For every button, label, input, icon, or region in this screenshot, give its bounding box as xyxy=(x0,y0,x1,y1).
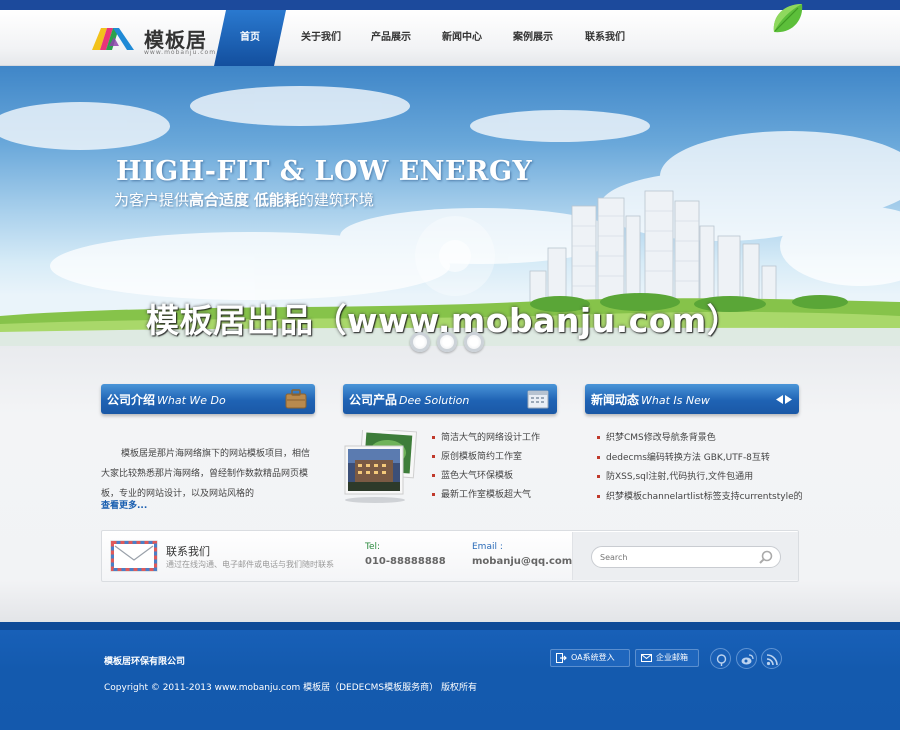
list-item[interactable]: 织梦模板channelartlist标签支持currentstyle的 xyxy=(597,491,803,511)
site-logo[interactable]: 模板居 www.mobanju.com xyxy=(92,24,215,60)
rss-icon xyxy=(766,654,778,666)
nav-about[interactable]: 关于我们 xyxy=(296,10,346,66)
nav-home[interactable]: 首页 xyxy=(236,10,264,66)
nav-contact[interactable]: 联系我们 xyxy=(580,10,630,66)
list-item[interactable]: dedecms编码转换方法 GBK,UTF-8互转 xyxy=(597,452,803,472)
oa-login-label: OA系统登入 xyxy=(571,653,615,662)
hero-banner: HIGH-FIT & LOW ENERGY 为客户提供高合适度 低能耗的建筑环境… xyxy=(0,66,900,346)
briefcase-icon xyxy=(285,389,307,409)
prev-arrow-icon[interactable] xyxy=(776,395,783,404)
footer-company: 模板居环保有限公司 xyxy=(104,657,186,667)
list-item[interactable]: 织梦CMS修改导航条背景色 xyxy=(597,432,803,452)
slider-dot[interactable] xyxy=(410,332,430,352)
banner-subtitle-highlight: 高合适度 xyxy=(189,191,250,209)
social-rss[interactable] xyxy=(761,648,782,669)
list-item[interactable]: 蓝色大气环保模板 xyxy=(432,470,540,489)
product-photo[interactable] xyxy=(343,430,417,504)
banner-subtitle-part: 的建筑环境 xyxy=(298,191,374,209)
product-list: 简洁大气的网络设计工作 原创模板简约工作室 蓝色大气环保模板 最新工作室模板超大… xyxy=(432,432,540,508)
about-title-cn: 公司介绍 xyxy=(107,393,156,407)
weibo-icon xyxy=(741,654,754,665)
nav-cases[interactable]: 案例展示 xyxy=(508,10,558,66)
banner-subtitle-highlight: 低能耗 xyxy=(253,191,299,209)
logo-url: www.mobanju.com xyxy=(144,49,217,56)
slider-dot[interactable] xyxy=(464,332,484,352)
search-input[interactable] xyxy=(591,546,781,568)
mail-icon xyxy=(641,654,652,662)
social-qq[interactable] xyxy=(710,648,731,669)
list-item[interactable]: 防XSS,sql注射,代码执行,文件包通用 xyxy=(597,471,803,491)
logo-mark-icon xyxy=(92,28,134,50)
nav-news[interactable]: 新闻中心 xyxy=(437,10,487,66)
news-title-cn: 新闻动态 xyxy=(591,393,640,407)
footer-copyright: Copyright © 2011-2013 www.mobanju.com 模板… xyxy=(104,683,477,693)
about-more-link[interactable]: 查看更多... xyxy=(101,498,147,511)
company-mail-label: 企业邮箱 xyxy=(656,653,688,662)
banner-subtitle-part: 为客户提供 xyxy=(114,191,190,209)
search-icon[interactable] xyxy=(759,550,773,564)
news-list: 织梦CMS修改导航条背景色 dedecms编码转换方法 GBK,UTF-8互转 … xyxy=(597,432,803,510)
products-title-cn: 公司产品 xyxy=(349,393,398,407)
list-item[interactable]: 最新工作室模板超大气 xyxy=(432,489,540,508)
news-panel-title: 新闻动态 What Is New xyxy=(591,391,710,408)
calendar-icon xyxy=(527,390,549,409)
social-weibo[interactable] xyxy=(736,648,757,669)
about-text: 模板居是那片海网络旗下的网站模板项目，相信大家比较熟悉那片海网络，曾经制作数款精… xyxy=(101,449,311,499)
search-area xyxy=(572,532,798,580)
about-panel-title: 公司介绍 What We Do xyxy=(107,391,226,408)
slider-dot[interactable] xyxy=(437,332,457,352)
products-panel-title: 公司产品 Dee Solution xyxy=(349,391,469,408)
list-item[interactable]: 简洁大气的网络设计工作 xyxy=(432,432,540,451)
products-title-en: Dee Solution xyxy=(399,394,470,407)
leaf-icon xyxy=(773,4,803,33)
news-title-en: What Is New xyxy=(641,394,710,407)
products-panel-header: 公司产品 Dee Solution xyxy=(343,384,557,414)
slider-dots xyxy=(410,332,490,356)
banner-subtitle: 为客户提供高合适度 低能耗的建筑环境 xyxy=(114,189,374,210)
contact-bar: 联系我们 通过在线沟通、电子邮件或电话与我们随时联系 Tel: 010-8888… xyxy=(101,530,799,582)
banner-title: HIGH-FIT & LOW ENERGY xyxy=(116,156,533,187)
next-arrow-icon[interactable] xyxy=(785,395,792,404)
envelope-icon xyxy=(110,540,158,572)
nav-products[interactable]: 产品展示 xyxy=(366,10,416,66)
contact-title: 联系我们 xyxy=(166,545,210,558)
email-value: mobanju@qq.com xyxy=(472,556,573,567)
tel-value: 010-88888888 xyxy=(365,556,446,567)
login-icon xyxy=(556,653,567,663)
qq-icon xyxy=(716,654,727,666)
company-mail-button[interactable]: 企业邮箱 xyxy=(635,649,699,667)
oa-login-button[interactable]: OA系统登入 xyxy=(550,649,630,667)
email-label: Email : xyxy=(472,542,503,552)
news-panel-header: 新闻动态 What Is New xyxy=(585,384,799,414)
about-panel-header: 公司介绍 What We Do xyxy=(101,384,315,414)
about-title-en: What We Do xyxy=(157,394,226,407)
tel-label: Tel: xyxy=(365,542,381,552)
list-item[interactable]: 原创模板简约工作室 xyxy=(432,451,540,470)
site-footer: 模板居环保有限公司 Copyright © 2011-2013 www.moba… xyxy=(0,622,900,730)
top-stripe xyxy=(0,0,900,10)
contact-description: 通过在线沟通、电子邮件或电话与我们随时联系 xyxy=(166,560,334,569)
